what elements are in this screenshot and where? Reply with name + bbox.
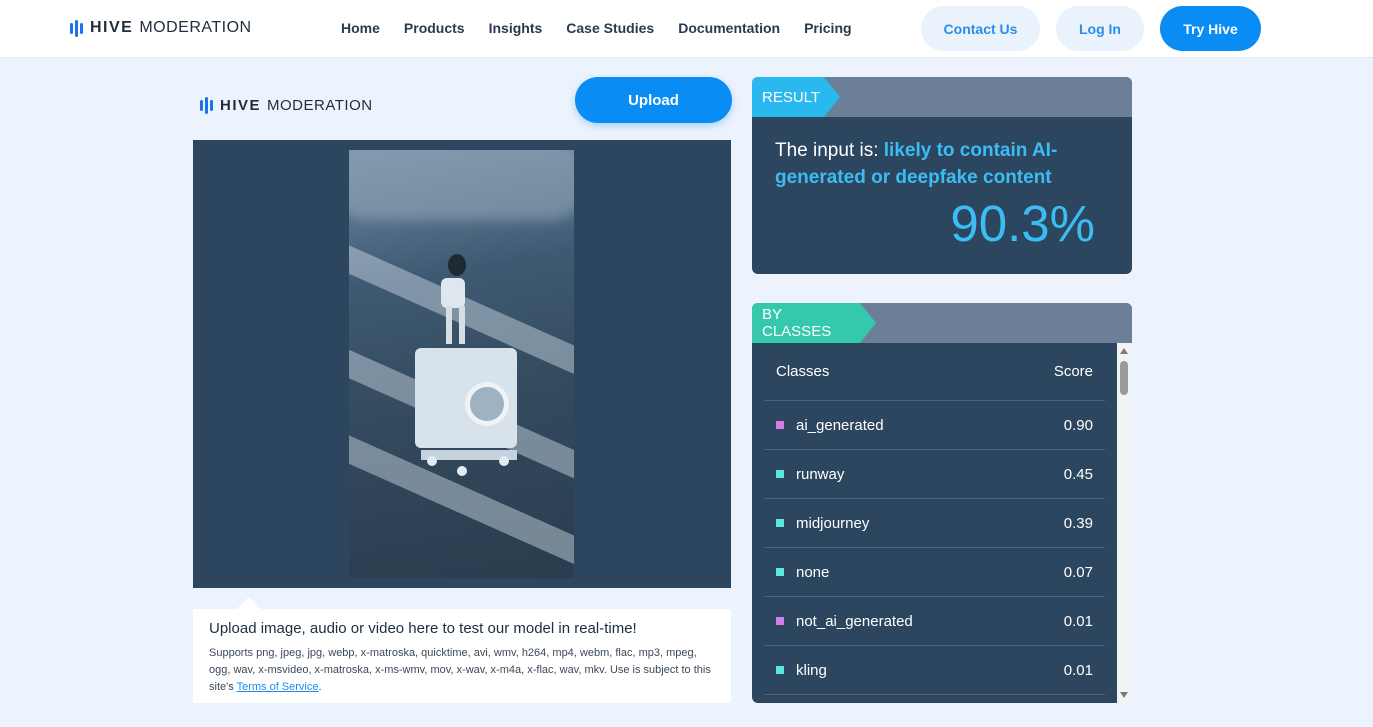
class-name: not_ai_generated (796, 612, 913, 630)
contact-us-button[interactable]: Contact Us (921, 6, 1040, 51)
classes-header: BY CLASSES (752, 303, 1132, 343)
class-color-marker (776, 470, 784, 478)
nav-insights[interactable]: Insights (489, 20, 543, 36)
class-name: ai_generated (796, 416, 884, 434)
class-color-marker (776, 519, 784, 527)
log-in-button[interactable]: Log In (1056, 6, 1144, 51)
caption-supported-formats: Supports png, jpeg, jpg, webp, x-matrosk… (209, 645, 715, 696)
table-row: midjourney 0.39 (764, 499, 1105, 548)
class-score: 0.90 (1063, 416, 1093, 434)
hive-logo-small: HIVE MODERATION (200, 97, 373, 114)
scrollbar-thumb[interactable] (1120, 361, 1128, 395)
caption-title: Upload image, audio or video here to tes… (209, 620, 637, 637)
class-name: kling (796, 661, 827, 679)
scroll-down-arrow-icon[interactable] (1120, 692, 1128, 698)
caption-period: . (318, 681, 322, 693)
logo-hive-text: HIVE (220, 97, 262, 114)
column-score: Score (1053, 363, 1093, 380)
class-color-marker (776, 666, 784, 674)
nav-products[interactable]: Products (404, 20, 465, 36)
upload-button[interactable]: Upload (575, 77, 732, 123)
result-panel: RESULT The input is: likely to contain A… (752, 77, 1132, 274)
column-classes: Classes (776, 363, 830, 380)
table-row: runway 0.45 (764, 450, 1105, 499)
logo-moderation-text: MODERATION (139, 19, 252, 36)
scroll-up-arrow-icon[interactable] (1120, 348, 1128, 354)
by-classes-tag: BY CLASSES (752, 303, 876, 343)
class-score: 0.07 (1063, 563, 1093, 581)
result-percentage: 90.3% (950, 195, 1095, 252)
result-header: RESULT (752, 77, 1132, 117)
hive-logo-icon (70, 19, 83, 37)
top-nav: HIVE MODERATION Home Products Insights C… (0, 0, 1373, 58)
logo-moderation-text: MODERATION (267, 97, 373, 114)
nav-links: Home Products Insights Case Studies Docu… (341, 20, 852, 36)
class-score: 0.01 (1063, 661, 1093, 679)
nav-home[interactable]: Home (341, 20, 380, 36)
table-header: Classes Score (764, 343, 1105, 401)
class-color-marker (776, 568, 784, 576)
media-preview[interactable] (193, 140, 731, 588)
nav-case-studies[interactable]: Case Studies (566, 20, 654, 36)
class-name: runway (796, 465, 845, 483)
classes-panel: BY CLASSES Classes Score ai_generated 0.… (752, 303, 1132, 703)
table-row: none 0.07 (764, 548, 1105, 597)
upload-caption: Upload image, audio or video here to tes… (193, 597, 731, 703)
table-row: kling 0.01 (764, 646, 1105, 695)
result-tag: RESULT (752, 77, 840, 117)
try-hive-button[interactable]: Try Hive (1160, 6, 1261, 51)
terms-of-service-link[interactable]: Terms of Service (237, 681, 319, 693)
table-row: not_ai_generated 0.01 (764, 597, 1105, 646)
table-row: ai_generated 0.90 (764, 401, 1105, 450)
class-score: 0.45 (1063, 465, 1093, 483)
class-score: 0.01 (1063, 612, 1093, 630)
hive-logo[interactable]: HIVE MODERATION (70, 19, 252, 37)
class-color-marker (776, 617, 784, 625)
classes-table: Classes Score ai_generated 0.90 runway 0… (764, 343, 1105, 695)
class-name: none (796, 563, 830, 581)
classes-scrollbar[interactable] (1117, 343, 1132, 703)
class-score: 0.39 (1063, 514, 1093, 532)
nav-documentation[interactable]: Documentation (678, 20, 780, 36)
result-summary: The input is: likely to contain AI-gener… (775, 137, 1095, 191)
class-name: midjourney (796, 514, 870, 532)
logo-hive-text: HIVE (90, 19, 134, 36)
uploaded-image (349, 150, 574, 578)
hive-logo-icon (200, 97, 213, 114)
class-color-marker (776, 421, 784, 429)
result-prefix: The input is: (775, 140, 884, 161)
nav-pricing[interactable]: Pricing (804, 20, 851, 36)
